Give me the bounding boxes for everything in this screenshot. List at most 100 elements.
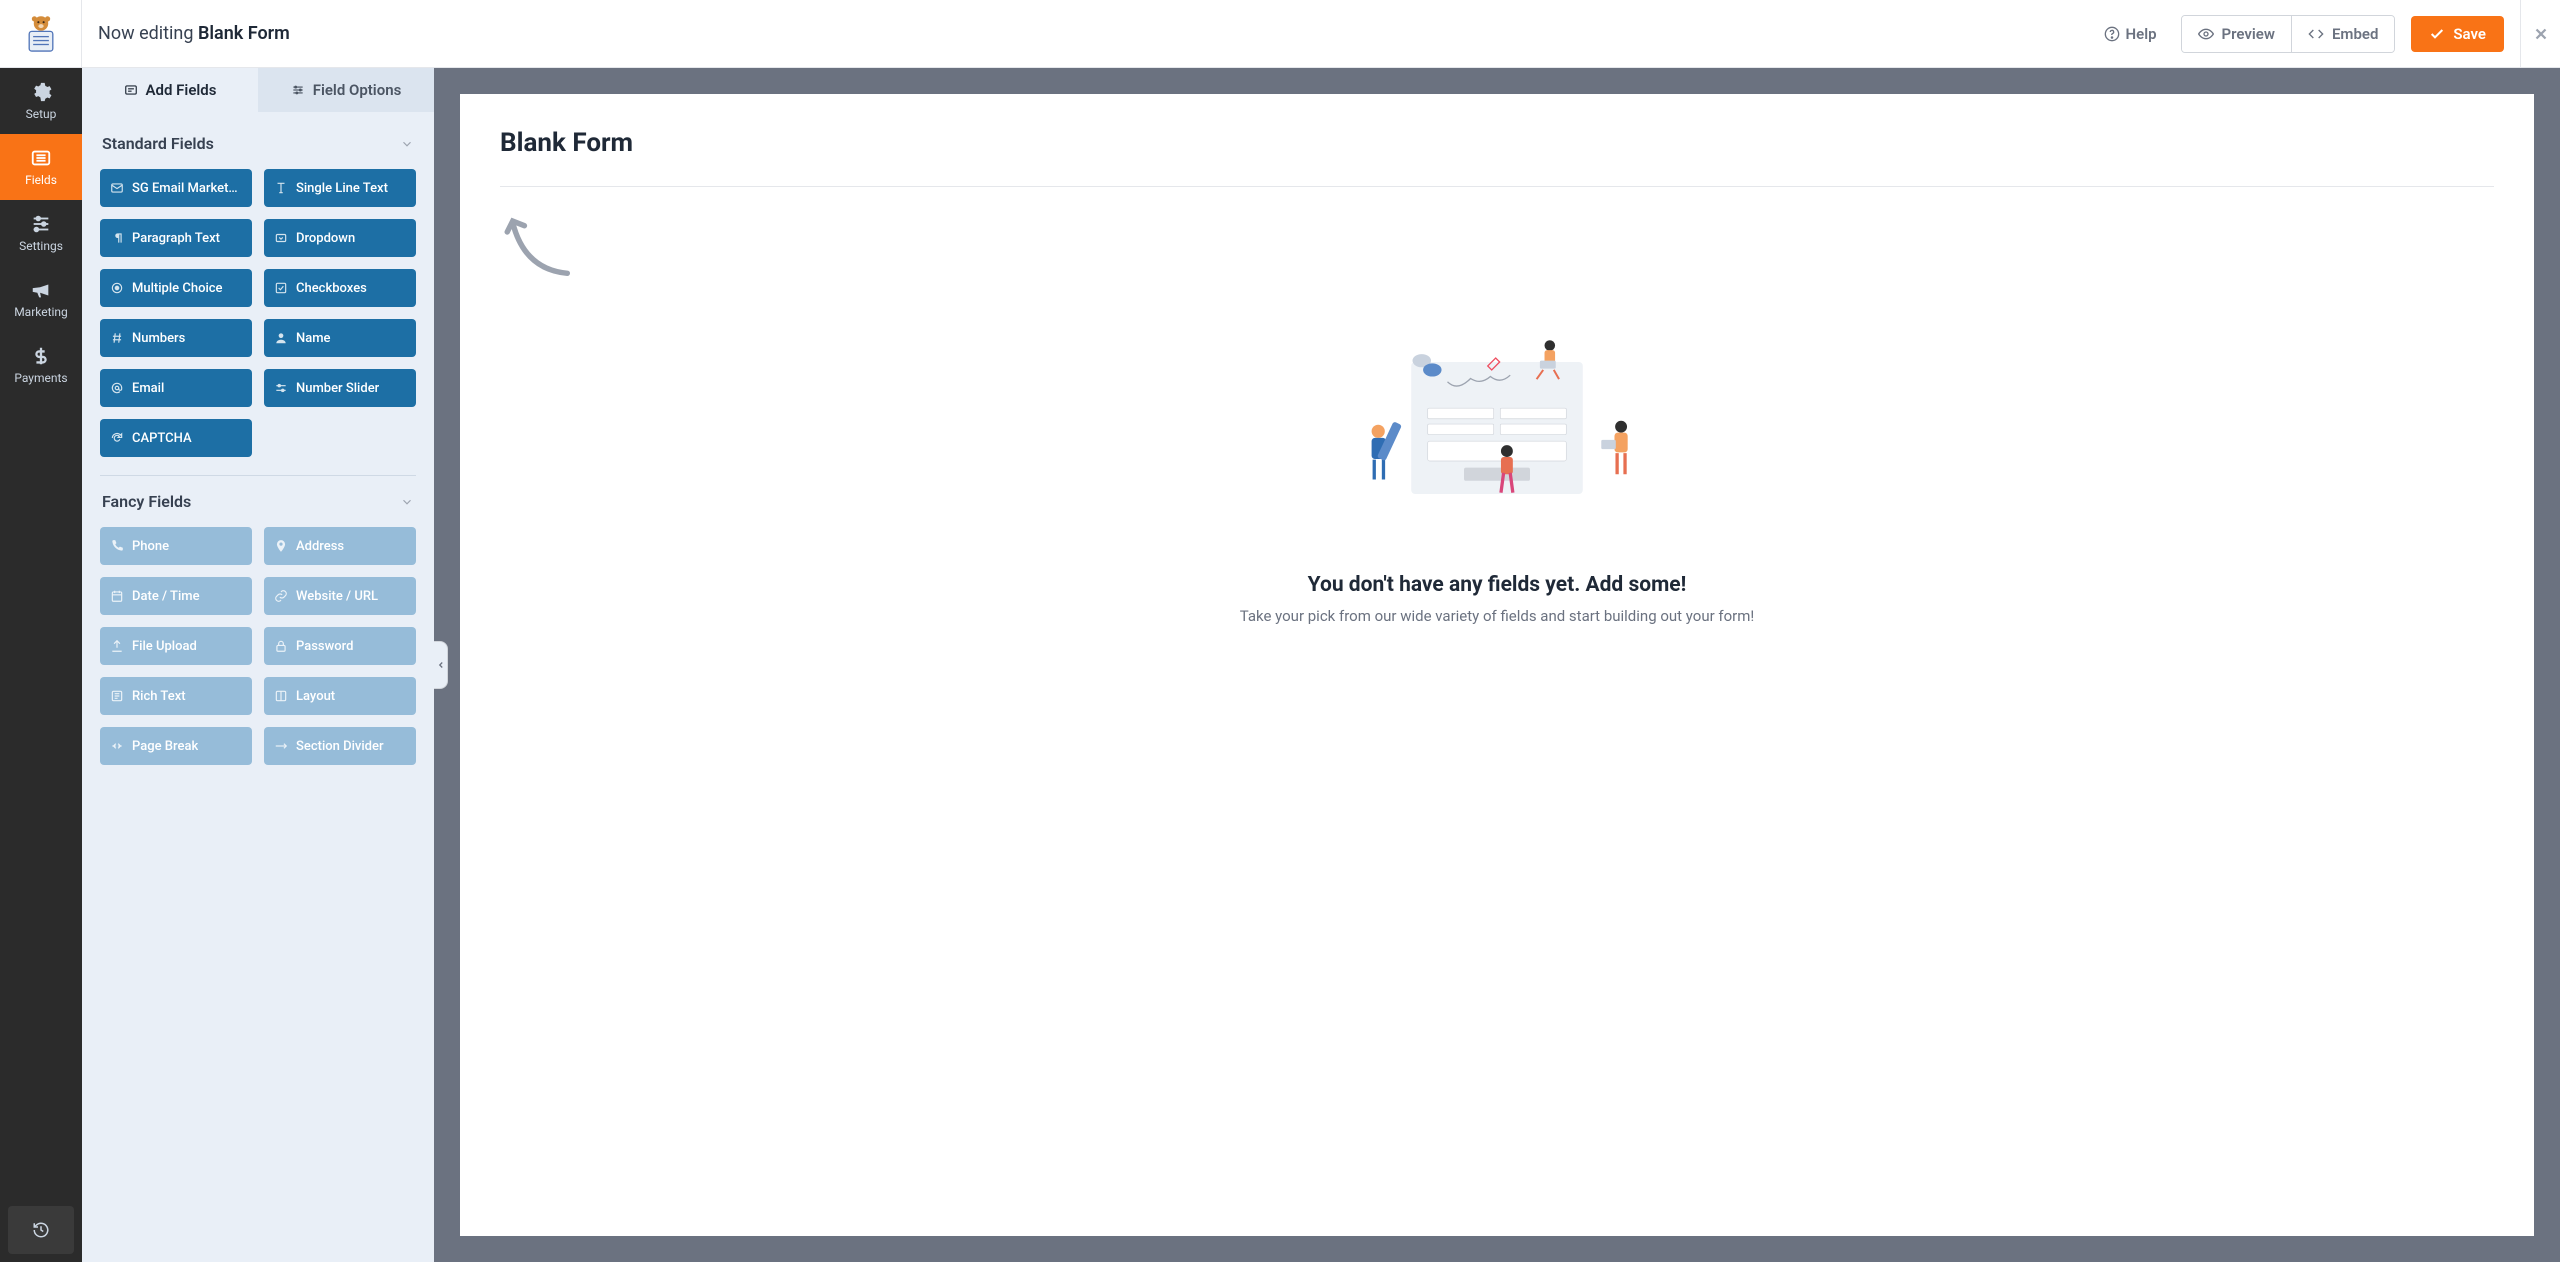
rich-text-icon [110, 689, 124, 703]
fields-panel: Add Fields Field Options Standard Fields… [82, 68, 434, 1262]
bullhorn-icon [30, 279, 52, 301]
fields-icon [124, 83, 138, 97]
dropdown-icon [274, 231, 288, 245]
field-phone[interactable]: Phone [100, 527, 252, 565]
main-area: Setup Fields Settings Marketing Payments… [0, 68, 2560, 1262]
top-actions: Help Preview Embed Save [2096, 15, 2521, 53]
standard-fields-grid: SG Email Market… Single Line Text Paragrap… [100, 169, 416, 457]
tab-options-label: Field Options [313, 81, 402, 99]
page-break-icon [110, 739, 124, 753]
field-label: Address [296, 539, 344, 554]
field-label: Name [296, 331, 331, 346]
nav-payments-label: Payments [14, 371, 67, 385]
field-name[interactable]: Name [264, 319, 416, 357]
field-label: Phone [132, 539, 169, 554]
chevron-down-icon [400, 137, 414, 151]
field-website-url[interactable]: Website / URL [264, 577, 416, 615]
empty-illustration [1332, 329, 1662, 527]
form-title: Blank Form [500, 128, 2494, 158]
embed-button[interactable]: Embed [2291, 16, 2394, 52]
page-title: Now editing Blank Form [82, 23, 2096, 44]
left-nav: Setup Fields Settings Marketing Payments [0, 68, 82, 1262]
sg-email-marketing-icon [110, 181, 124, 195]
field-label: Password [296, 639, 353, 654]
form-name: Blank Form [198, 23, 290, 44]
field-file-upload[interactable]: File Upload [100, 627, 252, 665]
field-captcha[interactable]: CAPTCHA [100, 419, 252, 457]
chevron-down-icon [400, 495, 414, 509]
name-icon [274, 331, 288, 345]
help-link[interactable]: Help [2096, 16, 2165, 52]
phone-icon [110, 539, 124, 553]
nav-setup[interactable]: Setup [0, 68, 82, 134]
field-section-divider[interactable]: Section Divider [264, 727, 416, 765]
nav-marketing[interactable]: Marketing [0, 266, 82, 332]
help-icon [2104, 26, 2120, 42]
field-label: Single Line Text [296, 181, 388, 196]
field-label: Dropdown [296, 231, 355, 246]
field-address[interactable]: Address [264, 527, 416, 565]
layout-icon [274, 689, 288, 703]
tab-add-label: Add Fields [146, 81, 217, 99]
field-sg-email-marketing[interactable]: SG Email Market… [100, 169, 252, 207]
field-number-slider[interactable]: Number Slider [264, 369, 416, 407]
single-line-text-icon [274, 181, 288, 195]
field-checkboxes[interactable]: Checkboxes [264, 269, 416, 307]
empty-subtext: Take your pick from our wide variety of … [500, 607, 2494, 625]
section-standard-header[interactable]: Standard Fields [100, 124, 416, 163]
tab-field-options[interactable]: Field Options [258, 68, 434, 112]
list-icon [30, 147, 52, 169]
collapse-panel-handle[interactable] [434, 641, 448, 689]
code-icon [2308, 26, 2324, 42]
field-email[interactable]: Email [100, 369, 252, 407]
eye-icon [2198, 26, 2214, 42]
numbers-icon [110, 331, 124, 345]
section-fancy-title: Fancy Fields [102, 492, 191, 511]
field-layout[interactable]: Layout [264, 677, 416, 715]
field-label: Number Slider [296, 381, 379, 396]
field-label: Rich Text [132, 689, 186, 704]
nav-setup-label: Setup [26, 107, 57, 121]
sliders-icon [291, 83, 305, 97]
canvas-wrap: Blank Form [434, 68, 2560, 1262]
field-paragraph-text[interactable]: Paragraph Text [100, 219, 252, 257]
save-label: Save [2453, 25, 2486, 43]
website-url-icon [274, 589, 288, 603]
field-password[interactable]: Password [264, 627, 416, 665]
field-label: Checkboxes [296, 281, 367, 296]
multiple-choice-icon [110, 281, 124, 295]
revisions-button[interactable] [8, 1206, 74, 1254]
preview-button[interactable]: Preview [2182, 16, 2291, 52]
nav-settings[interactable]: Settings [0, 200, 82, 266]
captcha-icon [110, 431, 124, 445]
field-date-time[interactable]: Date / Time [100, 577, 252, 615]
file-upload-icon [110, 639, 124, 653]
field-label: Layout [296, 689, 335, 704]
dollar-icon [30, 345, 52, 367]
form-canvas[interactable]: Blank Form [460, 94, 2534, 1236]
tab-add-fields[interactable]: Add Fields [82, 68, 258, 112]
nav-marketing-label: Marketing [14, 305, 68, 319]
nav-fields[interactable]: Fields [0, 134, 82, 200]
preview-label: Preview [2222, 25, 2275, 43]
nav-payments[interactable]: Payments [0, 332, 82, 398]
field-label: Paragraph Text [132, 231, 220, 246]
title-rule [500, 186, 2494, 187]
number-slider-icon [274, 381, 288, 395]
field-label: Section Divider [296, 739, 384, 754]
panel-body: Standard Fields SG Email Market… Single L… [82, 112, 434, 1262]
field-rich-text[interactable]: Rich Text [100, 677, 252, 715]
field-dropdown[interactable]: Dropdown [264, 219, 416, 257]
section-fancy-header[interactable]: Fancy Fields [100, 482, 416, 521]
panel-tabs: Add Fields Field Options [82, 68, 434, 112]
field-multiple-choice[interactable]: Multiple Choice [100, 269, 252, 307]
field-label: Date / Time [132, 589, 200, 604]
close-button[interactable] [2520, 0, 2560, 68]
close-icon [2532, 25, 2550, 43]
field-page-break[interactable]: Page Break [100, 727, 252, 765]
checkboxes-icon [274, 281, 288, 295]
save-button[interactable]: Save [2411, 16, 2504, 52]
field-numbers[interactable]: Numbers [100, 319, 252, 357]
preview-embed-group: Preview Embed [2181, 15, 2396, 53]
field-single-line-text[interactable]: Single Line Text [264, 169, 416, 207]
